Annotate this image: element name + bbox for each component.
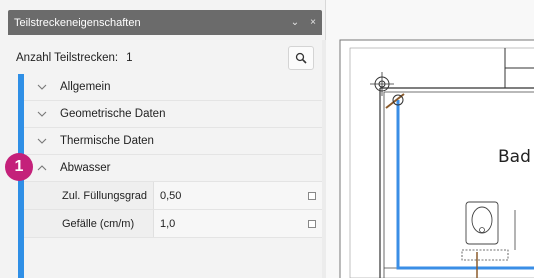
checkbox-icon[interactable] <box>308 192 316 200</box>
properties-panel: Teilstreckeneigenschaften ⌄ × Anzahl Tei… <box>0 0 326 278</box>
room-label: Bad <box>498 147 531 167</box>
checkbox-icon[interactable] <box>308 220 316 228</box>
search-icon <box>295 52 307 64</box>
property-value-fuellungsgrad[interactable]: 0,50 <box>154 182 322 209</box>
group-allgemein[interactable]: Allgemein <box>24 74 322 101</box>
callout-badge: 1 <box>5 153 33 181</box>
group-label: Thermische Daten <box>60 135 154 147</box>
panel-title: Teilstreckeneigenschaften <box>14 16 141 29</box>
segment-count-label: Anzahl Teilstrecken: <box>16 52 119 64</box>
panel-close-icon[interactable]: × <box>304 17 322 28</box>
group-thermische-daten[interactable]: Thermische Daten <box>24 128 322 155</box>
group-label: Geometrische Daten <box>60 108 166 120</box>
panel-scrollbar[interactable] <box>322 40 326 278</box>
panel-titlebar[interactable]: Teilstreckeneigenschaften ⌄ × <box>8 10 322 35</box>
segment-count-row: Anzahl Teilstrecken: 1 <box>8 44 322 72</box>
search-button[interactable] <box>288 46 314 70</box>
chevron-down-icon <box>24 138 60 144</box>
group-label: Abwasser <box>60 162 111 174</box>
property-value-text: 0,50 <box>160 189 182 202</box>
group-abwasser[interactable]: Abwasser <box>24 155 322 182</box>
chevron-down-icon <box>24 84 60 90</box>
property-value-text: 1,0 <box>160 217 176 230</box>
panel-menu-chevron-icon[interactable]: ⌄ <box>286 17 304 28</box>
property-label: Gefälle (cm/m) <box>24 210 154 237</box>
property-row-gefaelle: Gefälle (cm/m) 1,0 <box>24 210 322 238</box>
property-row-fuellungsgrad: Zul. Füllungsgrad 0,50 <box>24 182 322 210</box>
segment-count-value: 1 <box>126 52 133 64</box>
group-geometrische-daten[interactable]: Geometrische Daten <box>24 101 322 128</box>
chevron-down-icon <box>24 111 60 117</box>
group-label: Allgemein <box>60 81 111 93</box>
property-list: Allgemein Geometrische Daten Thermische … <box>24 74 322 238</box>
property-value-gefaelle[interactable]: 1,0 <box>154 210 322 237</box>
property-label: Zul. Füllungsgrad <box>24 182 154 209</box>
